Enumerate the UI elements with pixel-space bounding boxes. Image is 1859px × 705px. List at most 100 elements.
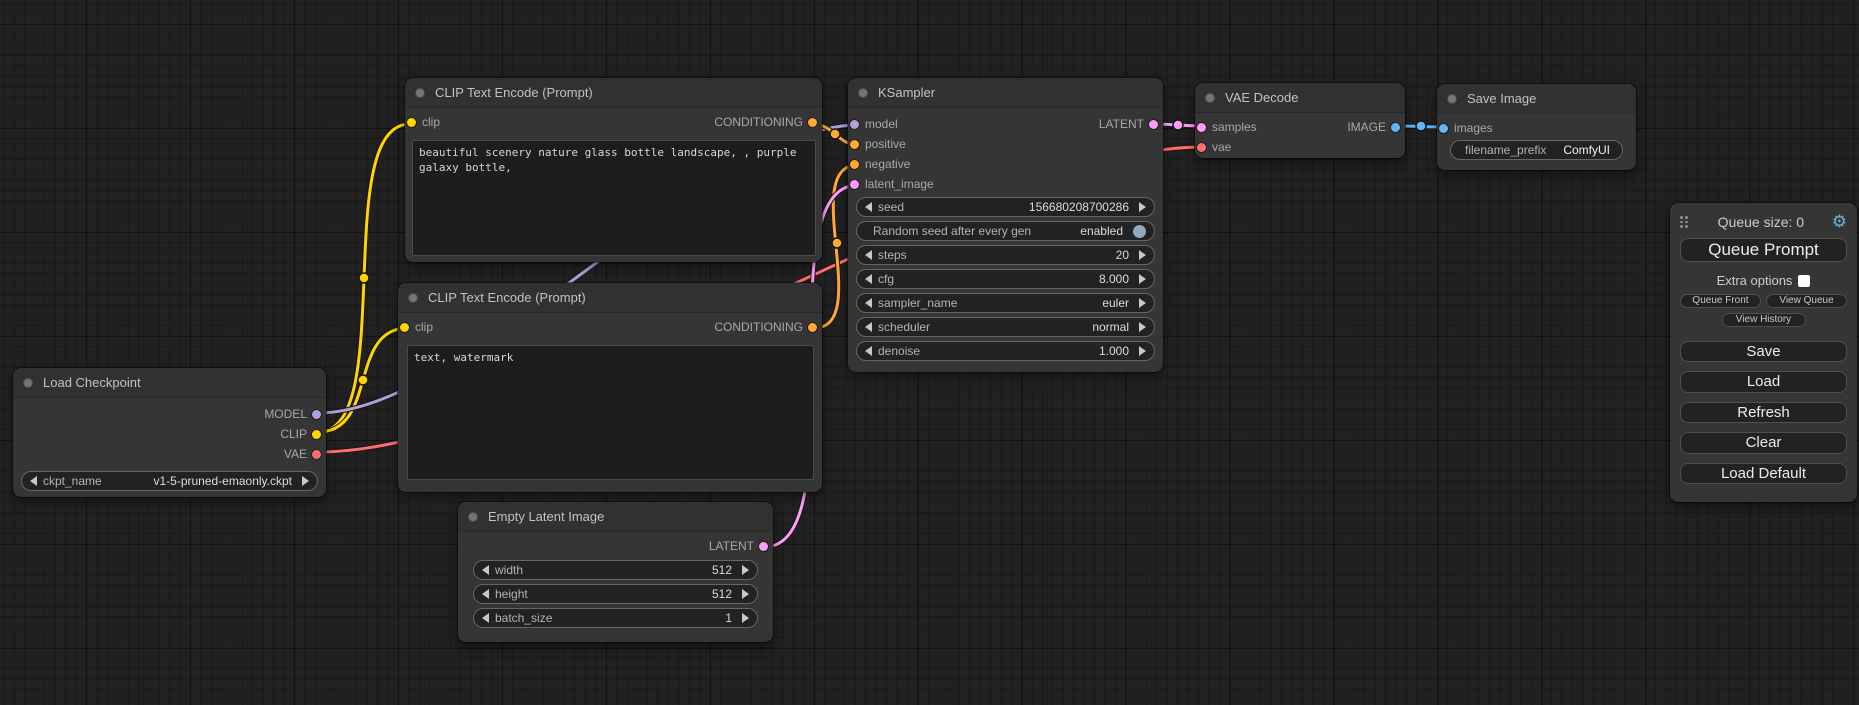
- increment-arrow-icon[interactable]: [1139, 274, 1146, 284]
- node-title: Save Image: [1467, 91, 1536, 106]
- collapse-dot-icon[interactable]: [858, 88, 868, 98]
- ckpt-name-widget[interactable]: ckpt_name v1-5-pruned-emaonly.ckpt: [21, 471, 318, 491]
- refresh-button[interactable]: Refresh: [1680, 402, 1847, 424]
- latent-output-port[interactable]: [1149, 120, 1158, 129]
- seed-widget[interactable]: seed 156680208700286: [856, 197, 1155, 217]
- node-title-bar[interactable]: VAE Decode: [1195, 83, 1405, 113]
- decrement-arrow-icon[interactable]: [865, 202, 872, 212]
- clip-input-slot: clip CONDITIONING: [398, 317, 822, 337]
- random-seed-toggle-widget[interactable]: Random seed after every gen enabled: [856, 221, 1155, 241]
- width-widget[interactable]: width 512: [473, 560, 758, 580]
- save-button[interactable]: Save: [1680, 341, 1847, 363]
- increment-arrow-icon[interactable]: [742, 565, 749, 575]
- node-title: Empty Latent Image: [488, 509, 604, 524]
- decrement-arrow-icon[interactable]: [482, 613, 489, 623]
- samples-input-slot: samples IMAGE: [1195, 117, 1405, 137]
- collapse-dot-icon[interactable]: [23, 378, 33, 388]
- positive-input-port[interactable]: [850, 140, 859, 149]
- model-input-slot: model LATENT: [848, 114, 1163, 134]
- increment-arrow-icon[interactable]: [1139, 298, 1146, 308]
- increment-arrow-icon[interactable]: [742, 613, 749, 623]
- link-clip-to-positive-clip: [318, 124, 410, 432]
- load-button[interactable]: Load: [1680, 371, 1847, 393]
- samples-input-port[interactable]: [1197, 123, 1206, 132]
- sampler-name-widget[interactable]: sampler_name euler: [856, 293, 1155, 313]
- positive-prompt-textarea[interactable]: beautiful scenery nature glass bottle la…: [412, 140, 816, 256]
- denoise-widget[interactable]: denoise 1.000: [856, 341, 1155, 361]
- queue-menu-panel: Queue size: 0 ⚙ Queue Prompt Extra optio…: [1670, 203, 1857, 502]
- decrement-arrow-icon[interactable]: [482, 589, 489, 599]
- increment-arrow-icon[interactable]: [1139, 346, 1146, 356]
- view-history-button[interactable]: View History: [1722, 313, 1806, 327]
- increment-arrow-icon[interactable]: [1139, 250, 1146, 260]
- model-output-port[interactable]: [312, 410, 321, 419]
- decrement-arrow-icon[interactable]: [865, 322, 872, 332]
- decrement-arrow-icon[interactable]: [865, 298, 872, 308]
- steps-widget[interactable]: steps 20: [856, 245, 1155, 265]
- node-load-checkpoint: Load Checkpoint MODEL CLIP VAE ckpt_name…: [13, 368, 326, 497]
- node-title: VAE Decode: [1225, 90, 1298, 105]
- decrement-arrow-icon[interactable]: [865, 346, 872, 356]
- clip-input-slot: clip CONDITIONING: [405, 112, 822, 132]
- positive-input-slot: positive: [848, 134, 1163, 154]
- clip-input-port[interactable]: [407, 118, 416, 127]
- queue-front-button[interactable]: Queue Front: [1680, 294, 1761, 308]
- increment-arrow-icon[interactable]: [742, 589, 749, 599]
- latent-output-port[interactable]: [759, 542, 768, 551]
- latent-image-input-slot: latent_image: [848, 174, 1163, 194]
- increment-arrow-icon[interactable]: [1139, 322, 1146, 332]
- images-input-slot: images: [1437, 118, 1636, 138]
- load-default-button[interactable]: Load Default: [1680, 463, 1847, 485]
- images-input-port[interactable]: [1439, 124, 1448, 133]
- decrement-arrow-icon[interactable]: [865, 274, 872, 284]
- node-title-bar[interactable]: CLIP Text Encode (Prompt): [405, 78, 822, 108]
- latent-image-input-port[interactable]: [850, 180, 859, 189]
- clip-output-slot: CLIP: [13, 424, 326, 444]
- negative-prompt-textarea[interactable]: text, watermark: [407, 345, 814, 480]
- collapse-dot-icon[interactable]: [1447, 94, 1457, 104]
- decrement-arrow-icon[interactable]: [482, 565, 489, 575]
- image-output-port[interactable]: [1391, 123, 1400, 132]
- filename-prefix-widget[interactable]: filename_prefix ComfyUI: [1450, 140, 1623, 160]
- drag-handle-icon[interactable]: [1680, 216, 1690, 228]
- height-widget[interactable]: height 512: [473, 584, 758, 604]
- node-title-bar[interactable]: CLIP Text Encode (Prompt): [398, 283, 822, 313]
- clear-button[interactable]: Clear: [1680, 432, 1847, 454]
- vae-input-slot: vae: [1195, 137, 1405, 157]
- batch-size-widget[interactable]: batch_size 1: [473, 608, 758, 628]
- view-queue-button[interactable]: View Queue: [1766, 294, 1847, 308]
- node-title: CLIP Text Encode (Prompt): [428, 290, 586, 305]
- increment-arrow-icon[interactable]: [1139, 202, 1146, 212]
- increment-arrow-icon[interactable]: [302, 476, 309, 486]
- node-title-bar[interactable]: Save Image: [1437, 84, 1636, 114]
- node-title: KSampler: [878, 85, 935, 100]
- extra-options-checkbox[interactable]: [1798, 275, 1810, 287]
- collapse-dot-icon[interactable]: [468, 512, 478, 522]
- node-title-bar[interactable]: KSampler: [848, 78, 1163, 108]
- extra-options-label: Extra options: [1717, 273, 1793, 288]
- negative-input-slot: negative: [848, 154, 1163, 174]
- decrement-arrow-icon[interactable]: [30, 476, 37, 486]
- scheduler-widget[interactable]: scheduler normal: [856, 317, 1155, 337]
- clip-output-port[interactable]: [312, 430, 321, 439]
- model-input-port[interactable]: [850, 120, 859, 129]
- conditioning-output-port[interactable]: [808, 323, 817, 332]
- decrement-arrow-icon[interactable]: [865, 250, 872, 260]
- node-vae-decode: VAE Decode samples IMAGE vae: [1195, 83, 1405, 158]
- clip-input-port[interactable]: [400, 323, 409, 332]
- settings-gear-icon[interactable]: ⚙: [1832, 213, 1847, 230]
- vae-output-port[interactable]: [312, 450, 321, 459]
- collapse-dot-icon[interactable]: [1205, 93, 1215, 103]
- queue-prompt-button[interactable]: Queue Prompt: [1680, 238, 1847, 262]
- negative-input-port[interactable]: [850, 160, 859, 169]
- toggle-knob-icon[interactable]: [1133, 225, 1146, 238]
- collapse-dot-icon[interactable]: [415, 88, 425, 98]
- node-title-bar[interactable]: Load Checkpoint: [13, 368, 326, 398]
- collapse-dot-icon[interactable]: [408, 293, 418, 303]
- vae-output-slot: VAE: [13, 444, 326, 464]
- node-title-bar[interactable]: Empty Latent Image: [458, 502, 773, 532]
- queue-size-label: Queue size: 0: [1690, 214, 1832, 230]
- vae-input-port[interactable]: [1197, 143, 1206, 152]
- cfg-widget[interactable]: cfg 8.000: [856, 269, 1155, 289]
- conditioning-output-port[interactable]: [808, 118, 817, 127]
